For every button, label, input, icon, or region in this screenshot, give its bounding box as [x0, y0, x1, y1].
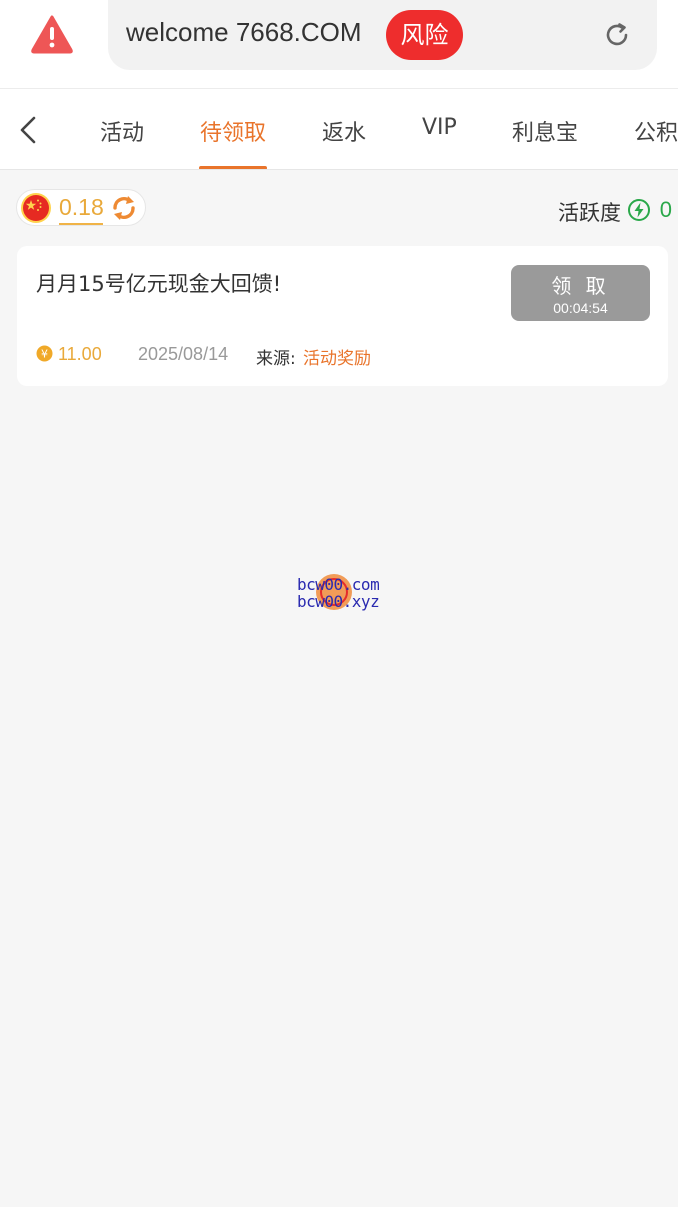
balance-pill: 0.18 — [16, 189, 146, 226]
risk-badge[interactable]: 风险 — [386, 10, 463, 60]
activity-value: 0 — [659, 197, 672, 222]
tab-activity[interactable]: 活动 — [100, 115, 144, 147]
claim-label: 领 取 — [551, 274, 610, 298]
reward-card: 月月15号亿元现金大回馈! 领 取 00:04:54 ¥ 11.00 2025/… — [17, 246, 668, 386]
tab-provident[interactable]: 公积 — [634, 115, 678, 147]
tab-pending-claim[interactable]: 待领取 — [200, 115, 266, 147]
tab-interest[interactable]: 利息宝 — [512, 115, 578, 147]
url-bar[interactable]: welcome 7668.COM 风险 — [108, 0, 657, 70]
reward-title: 月月15号亿元现金大回馈! — [36, 272, 282, 296]
coin-icon: ¥ — [36, 345, 53, 362]
svg-text:¥: ¥ — [41, 348, 48, 361]
balance-value: 0.18 — [59, 194, 104, 220]
activity-indicator: 活跃度 0 — [532, 197, 672, 227]
browser-bar: welcome 7668.COM 风险 — [0, 0, 678, 88]
watermark-line-2: bcw00.xyz — [297, 592, 380, 611]
reload-icon[interactable] — [602, 20, 632, 50]
china-flag-icon — [21, 193, 51, 223]
activity-label: 活跃度 — [558, 201, 621, 225]
lightning-bolt-icon — [628, 199, 650, 221]
back-chevron-icon[interactable] — [16, 115, 40, 145]
claim-button[interactable]: 领 取 00:04:54 — [511, 265, 650, 321]
active-tab-indicator — [199, 166, 267, 169]
reward-amount: 11.00 — [58, 344, 102, 364]
reward-date: 2025/08/14 — [138, 344, 229, 364]
url-text: welcome 7668.COM — [126, 17, 362, 47]
warning-triangle-icon[interactable] — [30, 14, 74, 54]
source-label: 来源: — [256, 349, 296, 369]
tab-bar: 活动 待领取 返水 VIP 利息宝 公积 — [0, 88, 678, 170]
refresh-balance-icon[interactable] — [109, 193, 139, 223]
balance-underline — [59, 223, 103, 225]
tab-vip[interactable]: VIP — [422, 115, 457, 140]
source-value: 活动奖励 — [303, 349, 371, 369]
watermark: bcw00.com bcw00.xyz — [289, 572, 399, 614]
tab-rebate[interactable]: 返水 — [322, 115, 366, 147]
claim-countdown: 00:04:54 — [553, 300, 608, 316]
